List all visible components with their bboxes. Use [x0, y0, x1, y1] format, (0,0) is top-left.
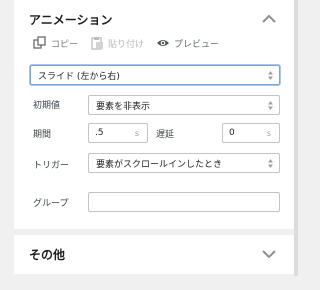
other-section-header[interactable]: その他	[14, 238, 294, 272]
initial-state-select[interactable]: 要素を非表示	[88, 95, 280, 115]
initial-state-label: 初期値	[33, 101, 61, 111]
duration-input[interactable]: .5 s	[88, 123, 148, 143]
trigger-select[interactable]: 要素がスクロールインしたとき	[88, 153, 280, 173]
preview-label: プレビュー	[174, 39, 220, 50]
panel-edge	[294, 0, 298, 276]
settings-panel: アニメーション コピー 貼り付け プレビュー スライド (左から右) 初期値 要…	[14, 0, 294, 274]
copy-label: コピー	[51, 39, 79, 50]
delay-input[interactable]: 0 s	[222, 123, 280, 143]
duration-unit: s	[134, 129, 139, 138]
duration-value: .5	[95, 128, 104, 138]
animation-section-header[interactable]: アニメーション	[14, 0, 294, 34]
paste-icon	[91, 37, 104, 50]
preview-button[interactable]: プレビュー	[156, 36, 219, 50]
chevron-down-icon[interactable]	[262, 250, 276, 259]
effect-select[interactable]: スライド (左から右)	[30, 65, 280, 85]
delay-unit: s	[266, 129, 271, 138]
duration-label: 期間	[33, 130, 52, 140]
group-input[interactable]	[88, 192, 280, 212]
paste-button[interactable]: 貼り付け	[90, 36, 144, 50]
copy-icon	[33, 36, 46, 49]
paste-label: 貼り付け	[108, 39, 145, 50]
trigger-value: 要素がスクロールインしたとき	[96, 159, 223, 170]
chevron-up-icon[interactable]	[262, 14, 276, 23]
select-arrows-icon	[268, 71, 273, 80]
copy-button[interactable]: コピー	[33, 36, 78, 50]
initial-state-value: 要素を非表示	[96, 101, 151, 112]
trigger-label: トリガー	[33, 161, 70, 171]
other-section-title: その他	[29, 248, 66, 262]
section-divider	[14, 229, 294, 235]
animation-section-title: アニメーション	[29, 13, 113, 27]
select-arrows-icon	[268, 159, 273, 168]
eye-icon	[157, 40, 170, 46]
delay-value: 0	[229, 128, 235, 138]
group-label: グループ	[33, 199, 69, 209]
effect-select-value: スライド (左から右)	[38, 71, 120, 82]
delay-label: 遅延	[156, 130, 175, 140]
animation-toolbar: コピー 貼り付け プレビュー	[33, 35, 231, 51]
select-arrows-icon	[268, 101, 273, 110]
